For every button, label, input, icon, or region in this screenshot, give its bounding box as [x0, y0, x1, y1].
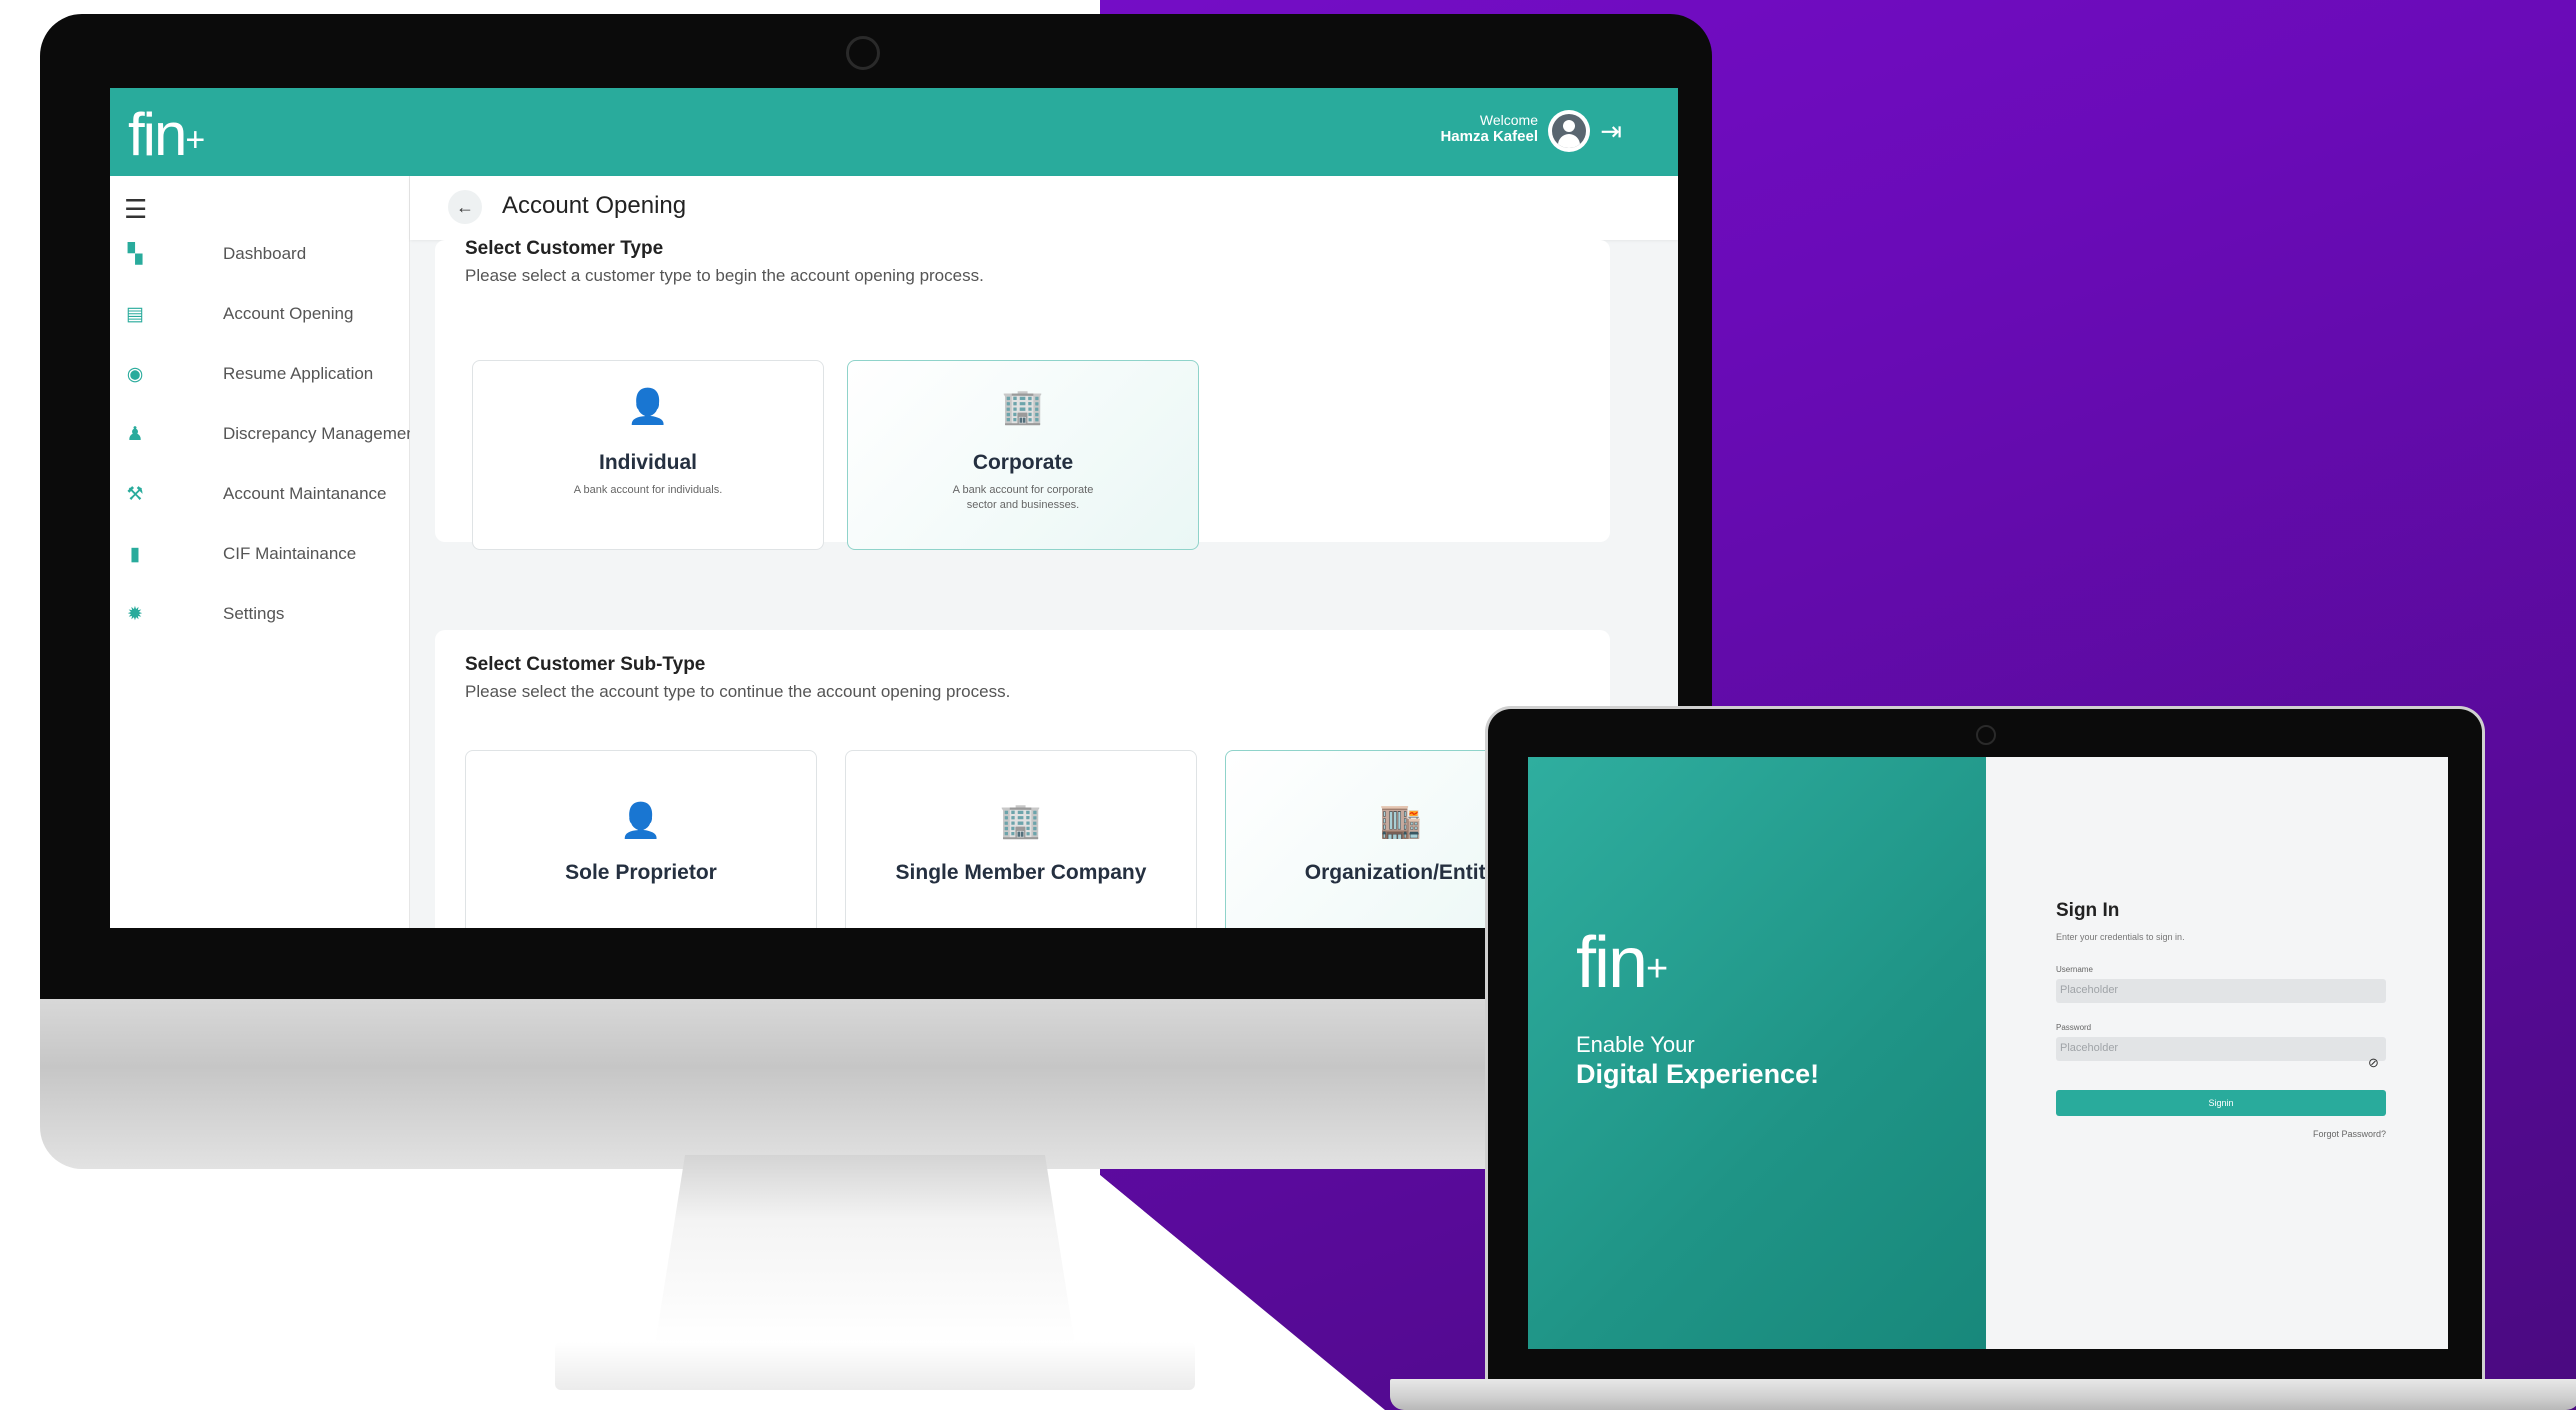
login-form-panel: Sign In Enter your credentials to sign i… — [1986, 757, 2448, 1349]
option-title: Single Member Company — [895, 861, 1147, 884]
customer-subtype-subtitle: Please select the account type to contin… — [465, 682, 1011, 701]
logo-plus: + — [1646, 948, 1668, 990]
tagline-line-2: Digital Experience! — [1576, 1059, 1820, 1089]
logout-icon[interactable]: ⇥ — [1600, 116, 1622, 147]
customer-subtype-card: Select Customer Sub-Type Please select t… — [435, 630, 1610, 928]
sidebar-item-label: Resume Application — [223, 364, 374, 383]
customer-type-title: Select Customer Type — [465, 238, 664, 259]
desktop-screen: fin+ Welcome Hamza Kafeel ⇥ ☰ ▚ Dashboar… — [110, 88, 1678, 928]
welcome-label: Welcome — [1479, 112, 1538, 128]
sidebar-item-account-maintanance[interactable]: ⚒ Account Maintanance — [110, 474, 410, 514]
option-title: Individual — [598, 451, 697, 474]
user-icon — [1552, 114, 1586, 148]
desktop-monitor: fin+ Welcome Hamza Kafeel ⇥ ☰ ▚ Dashboar… — [40, 14, 1712, 1169]
username-label: Username — [2056, 965, 2093, 974]
sidebar: ☰ ▚ Dashboard ▤ Account Opening ◉ Resume… — [110, 176, 420, 928]
welcome-block: Welcome Hamza Kafeel — [1440, 112, 1538, 145]
gear-icon: ✹ — [127, 603, 143, 625]
signin-button[interactable]: Signin — [2056, 1090, 2386, 1116]
sidebar-item-settings[interactable]: ✹ Settings — [110, 594, 410, 634]
resume-icon: ◉ — [126, 363, 144, 385]
person-icon: 👤 — [619, 802, 663, 840]
building-icon: 🏢 — [1001, 388, 1045, 426]
logo-text: fin — [128, 101, 187, 168]
login-logo: fin+ — [1576, 922, 1668, 1004]
sidebar-item-cif-maintainance[interactable]: ▮ CIF Maintainance — [110, 534, 410, 574]
option-single-member-company[interactable]: 🏢 Single Member Company — [845, 750, 1197, 928]
monitor-bezel: fin+ Welcome Hamza Kafeel ⇥ ☰ ▚ Dashboar… — [40, 14, 1712, 999]
username-input[interactable]: Placeholder — [2056, 979, 2386, 1003]
tagline-line-1: Enable Your — [1576, 1032, 1695, 1057]
forgot-password-link[interactable]: Forgot Password? — [2266, 1129, 2386, 1139]
laptop: fin+ Enable Your Digital Experience! Sig… — [1390, 706, 2576, 1410]
password-input[interactable]: Placeholder — [2056, 1037, 2386, 1061]
customer-type-subtitle: Please select a customer type to begin t… — [465, 266, 984, 285]
building-icon: 🏢 — [999, 802, 1043, 840]
sidebar-item-label: Settings — [223, 604, 285, 623]
customer-subtype-title: Select Customer Sub-Type — [465, 654, 706, 675]
monitor-stand — [655, 1155, 1075, 1345]
sidebar-item-label: Discrepancy Management — [223, 424, 421, 443]
dashboard-icon: ▚ — [127, 243, 143, 265]
wrench-icon: ⚒ — [126, 483, 144, 505]
monitor-base — [555, 1342, 1195, 1390]
option-individual[interactable]: 👤 Individual A bank account for individu… — [472, 360, 824, 550]
sidebar-item-resume-application[interactable]: ◉ Resume Application — [110, 354, 410, 394]
page-title: Account Opening — [502, 192, 687, 219]
customer-type-card: Select Customer Type Please select a cus… — [435, 238, 1610, 550]
sidebar-item-label: Account Opening — [223, 304, 354, 323]
login-hero-panel: fin+ Enable Your Digital Experience! — [1528, 757, 1986, 1349]
logo-plus: + — [185, 121, 205, 159]
app-logo[interactable]: fin+ — [128, 100, 205, 169]
account-opening-icon: ▤ — [126, 303, 144, 325]
laptop-base — [1390, 1379, 2576, 1410]
person-icon: 👤 — [626, 388, 670, 426]
avatar[interactable] — [1548, 110, 1590, 152]
app-header: fin+ Welcome Hamza Kafeel ⇥ — [110, 88, 1678, 176]
option-corporate[interactable]: 🏢 Corporate A bank account for corporate… — [847, 360, 1199, 550]
sidebar-item-dashboard[interactable]: ▚ Dashboard — [110, 234, 410, 274]
document-icon: ▮ — [129, 543, 141, 565]
sidebar-item-label: Dashboard — [223, 244, 307, 263]
sidebar-item-label: Account Maintanance — [223, 484, 387, 503]
sidebar-item-account-opening[interactable]: ▤ Account Opening — [110, 294, 410, 334]
signin-title: Sign In — [2056, 900, 2120, 921]
monitor-chin — [40, 999, 1712, 1169]
option-desc: A bank account for individuals. — [573, 484, 723, 496]
option-title: Corporate — [972, 451, 1074, 474]
laptop-screen: fin+ Enable Your Digital Experience! Sig… — [1528, 757, 2448, 1349]
laptop-lid: fin+ Enable Your Digital Experience! Sig… — [1485, 706, 2485, 1386]
hamburger-menu-icon[interactable]: ☰ — [124, 194, 147, 225]
user-name: Hamza Kafeel — [1440, 128, 1538, 145]
discrepancy-icon: ♟ — [126, 423, 144, 445]
laptop-camera — [1976, 725, 1996, 745]
monitor-camera — [846, 36, 880, 70]
eye-off-icon[interactable]: ⊘ — [2368, 1055, 2379, 1071]
option-desc: A bank account for corporate sector and … — [952, 484, 1094, 511]
back-arrow-icon[interactable]: ← — [448, 190, 482, 224]
signin-subtitle: Enter your credentials to sign in. — [2056, 932, 2185, 942]
sidebar-item-label: CIF Maintainance — [223, 544, 357, 563]
sidebar-item-discrepancy-management[interactable]: ♟ Discrepancy Management — [110, 414, 420, 454]
option-sole-proprietor[interactable]: 👤 Sole Proprietor — [465, 750, 817, 928]
page-header: ← Account Opening — [410, 176, 1678, 240]
logo-text: fin — [1576, 923, 1648, 1003]
option-title: Sole Proprietor — [565, 861, 717, 884]
password-label: Password — [2056, 1023, 2092, 1032]
